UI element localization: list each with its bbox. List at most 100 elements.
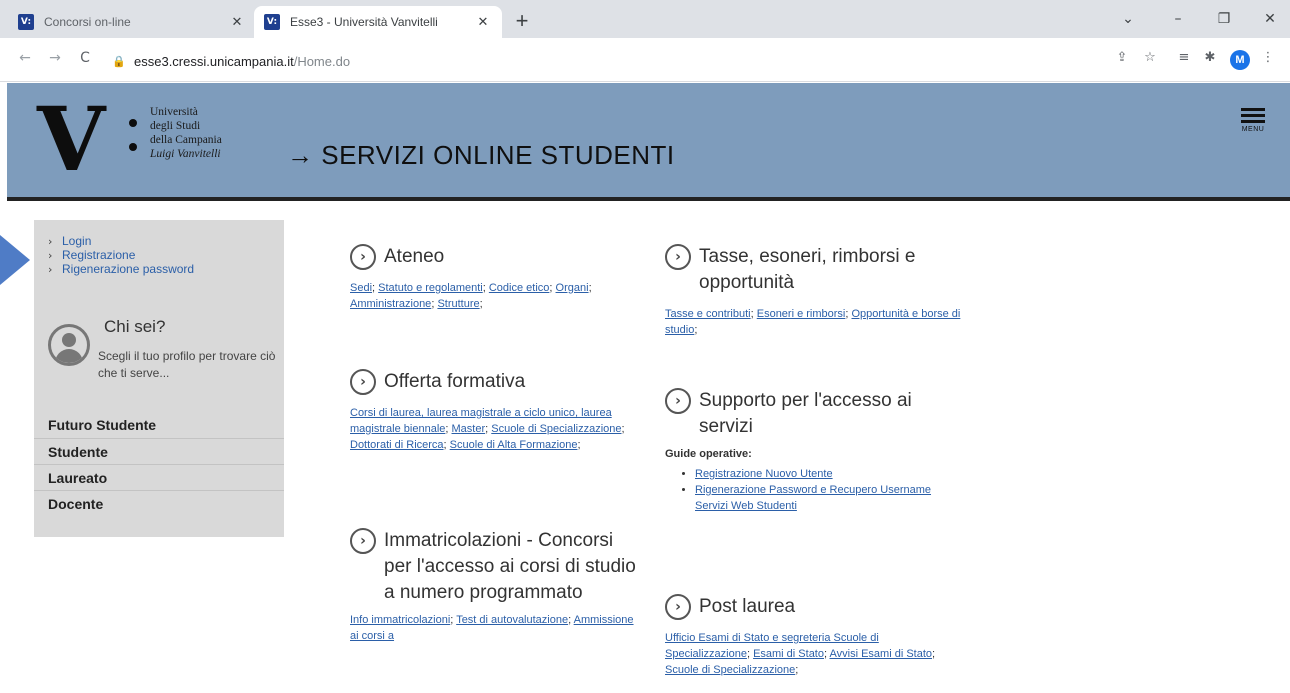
section-title: Immatricolazioni - Concorsi per l'access… — [384, 530, 636, 603]
profile-studente[interactable]: Studente — [34, 438, 284, 464]
separator: ; — [443, 439, 447, 451]
link-sedi[interactable]: Sedi — [350, 282, 372, 294]
section-post-laurea: › Post laurea Ufficio Esami di Stato e s… — [665, 594, 965, 678]
separator: ; — [694, 324, 698, 336]
link-alta-formazione[interactable]: Scuole di Alta Formazione — [450, 439, 578, 451]
menu-button[interactable]: MENU — [1235, 105, 1271, 133]
link-amministrazione[interactable]: Amministrazione — [350, 298, 431, 310]
logo-line: degli Studi — [150, 120, 201, 132]
link-test-autovalutazione[interactable]: Test di autovalutazione — [456, 614, 568, 626]
share-icon[interactable]: ⇪ — [1112, 50, 1132, 70]
extensions-icon[interactable]: ✱ — [1200, 50, 1220, 70]
forward-button[interactable]: → — [44, 50, 66, 70]
separator: ; — [932, 648, 936, 660]
separator: ; — [549, 282, 553, 294]
who-description: Scegli il tuo profilo per trovare ciò ch… — [98, 349, 276, 380]
separator: ; — [568, 614, 572, 626]
lock-icon[interactable]: 🔒 — [112, 55, 126, 68]
separator: ; — [450, 614, 454, 626]
registrazione-link-label[interactable]: Registrazione — [62, 248, 135, 262]
logo-text: Università degli Studi della Campania Lu… — [150, 105, 222, 161]
logo-line: della Campania — [150, 134, 222, 146]
profile-futuro-studente[interactable]: Futuro Studente — [34, 412, 284, 438]
section-title: Supporto per l'accesso ai servizi — [699, 390, 912, 437]
who-title: Chi sei? — [104, 317, 166, 336]
close-window-button[interactable]: ✕ — [1250, 6, 1290, 32]
link-rigenerazione-password-guide[interactable]: Rigenerazione Password e Recupero Userna… — [695, 484, 931, 512]
menu-label: MENU — [1241, 126, 1265, 133]
list-item: Registrazione Nuovo Utente — [695, 466, 965, 482]
separator: ; — [577, 439, 581, 451]
account-links: › Login › Registrazione › Rigenerazione … — [48, 234, 194, 276]
separator: ; — [431, 298, 435, 310]
chevron-right-icon: › — [48, 262, 53, 276]
close-tab-icon[interactable]: ✕ — [474, 14, 492, 30]
site-header: V Università degli Studi della Campania … — [7, 83, 1290, 201]
profile-docente[interactable]: Docente — [34, 490, 284, 516]
profile-avatar[interactable]: M — [1230, 50, 1250, 70]
minimize-button[interactable]: – — [1158, 6, 1198, 32]
link-master[interactable]: Master — [452, 423, 486, 435]
registrazione-link[interactable]: › Registrazione — [48, 248, 194, 262]
link-strutture[interactable]: Strutture — [437, 298, 479, 310]
rigenerazione-password-link-label[interactable]: Rigenerazione password — [62, 262, 194, 276]
tab-title: Esse3 - Università Vanvitelli — [290, 15, 438, 29]
separator: ; — [485, 423, 489, 435]
separator: ; — [795, 664, 799, 676]
link-info-immatricolazioni[interactable]: Info immatricolazioni — [350, 614, 450, 626]
back-button[interactable]: ← — [14, 50, 36, 70]
url-host: esse3.cressi.unicampania.it — [134, 53, 294, 69]
list-item: Rigenerazione Password e Recupero Userna… — [695, 482, 965, 514]
logo-letter: V — [37, 87, 106, 191]
link-registrazione-nuovo-utente[interactable]: Registrazione Nuovo Utente — [695, 468, 833, 480]
restore-button[interactable]: ❐ — [1204, 6, 1244, 32]
circle-chevron-icon: › — [350, 369, 376, 395]
tab-concorsi[interactable]: V: Concorsi on-line ✕ — [8, 6, 256, 38]
tab-esse3[interactable]: V: Esse3 - Università Vanvitelli ✕ — [254, 6, 502, 38]
tab-title: Concorsi on-line — [44, 15, 131, 29]
link-esami-stato[interactable]: Esami di Stato — [753, 648, 824, 660]
logo-line: Università — [150, 106, 198, 118]
hamburger-icon — [1235, 108, 1271, 123]
rigenerazione-password-link[interactable]: › Rigenerazione password — [48, 262, 194, 276]
login-link-label[interactable]: Login — [62, 234, 91, 248]
url-path: /Home.do — [293, 53, 351, 69]
section-links: Tasse e contributi; Esoneri e rimborsi; … — [665, 306, 965, 338]
link-scuole-specializzazione-post[interactable]: Scuole di Specializzazione — [665, 664, 795, 676]
tab-search-chevron-icon[interactable]: ⌄ — [1108, 6, 1148, 32]
new-tab-button[interactable]: + — [508, 8, 536, 36]
circle-chevron-icon: › — [665, 594, 691, 620]
separator: ; — [445, 423, 449, 435]
bookmark-star-icon[interactable]: ☆ — [1140, 50, 1160, 70]
site-favicon-icon: V: — [18, 14, 34, 30]
link-avvisi-esami-stato[interactable]: Avvisi Esami di Stato — [830, 648, 933, 660]
link-organi[interactable]: Organi — [556, 282, 589, 294]
close-tab-icon[interactable]: ✕ — [228, 14, 246, 30]
section-immatricolazioni: › Immatricolazioni - Concorsi per l'acce… — [350, 528, 640, 644]
login-link[interactable]: › Login — [48, 234, 194, 248]
profile-laureato[interactable]: Laureato — [34, 464, 284, 490]
guide-list: Registrazione Nuovo Utente Rigenerazione… — [695, 466, 965, 514]
link-esoneri-rimborsi[interactable]: Esoneri e rimborsi — [757, 308, 846, 320]
link-tasse-contributi[interactable]: Tasse e contributi — [665, 308, 751, 320]
link-codice-etico[interactable]: Codice etico — [489, 282, 550, 294]
section-title: Tasse, esoneri, rimborsi e opportunità — [699, 246, 916, 293]
link-scuole-specializzazione[interactable]: Scuole di Specializzazione — [491, 423, 621, 435]
separator: ; — [750, 308, 754, 320]
section-offerta-formativa: › Offerta formativa Corsi di laurea, lau… — [350, 369, 640, 453]
browser-menu-icon[interactable]: ⋮ — [1258, 50, 1278, 70]
separator: ; — [621, 423, 625, 435]
media-icon[interactable]: ≡ — [1174, 50, 1194, 70]
link-dottorati[interactable]: Dottorati di Ricerca — [350, 439, 444, 451]
section-links: Info immatricolazioni; Test di autovalut… — [350, 612, 640, 644]
separator: ; — [479, 298, 483, 310]
section-title: Post laurea — [699, 596, 796, 617]
section-links: Ufficio Esami di Stato e segreteria Scuo… — [665, 630, 965, 678]
browser-tab-bar: V: Concorsi on-line ✕ V: Esse3 - Univers… — [0, 0, 1290, 38]
reload-button[interactable]: C — [74, 50, 96, 70]
page-title-text: SERVIZI ONLINE STUDENTI — [321, 140, 675, 170]
address-bar[interactable]: 🔒 esse3.cressi.unicampania.it/Home.do — [104, 47, 1104, 75]
section-links: Sedi; Statuto e regolamenti; Codice etic… — [350, 280, 640, 312]
link-statuto[interactable]: Statuto e regolamenti — [378, 282, 483, 294]
separator: ; — [482, 282, 486, 294]
